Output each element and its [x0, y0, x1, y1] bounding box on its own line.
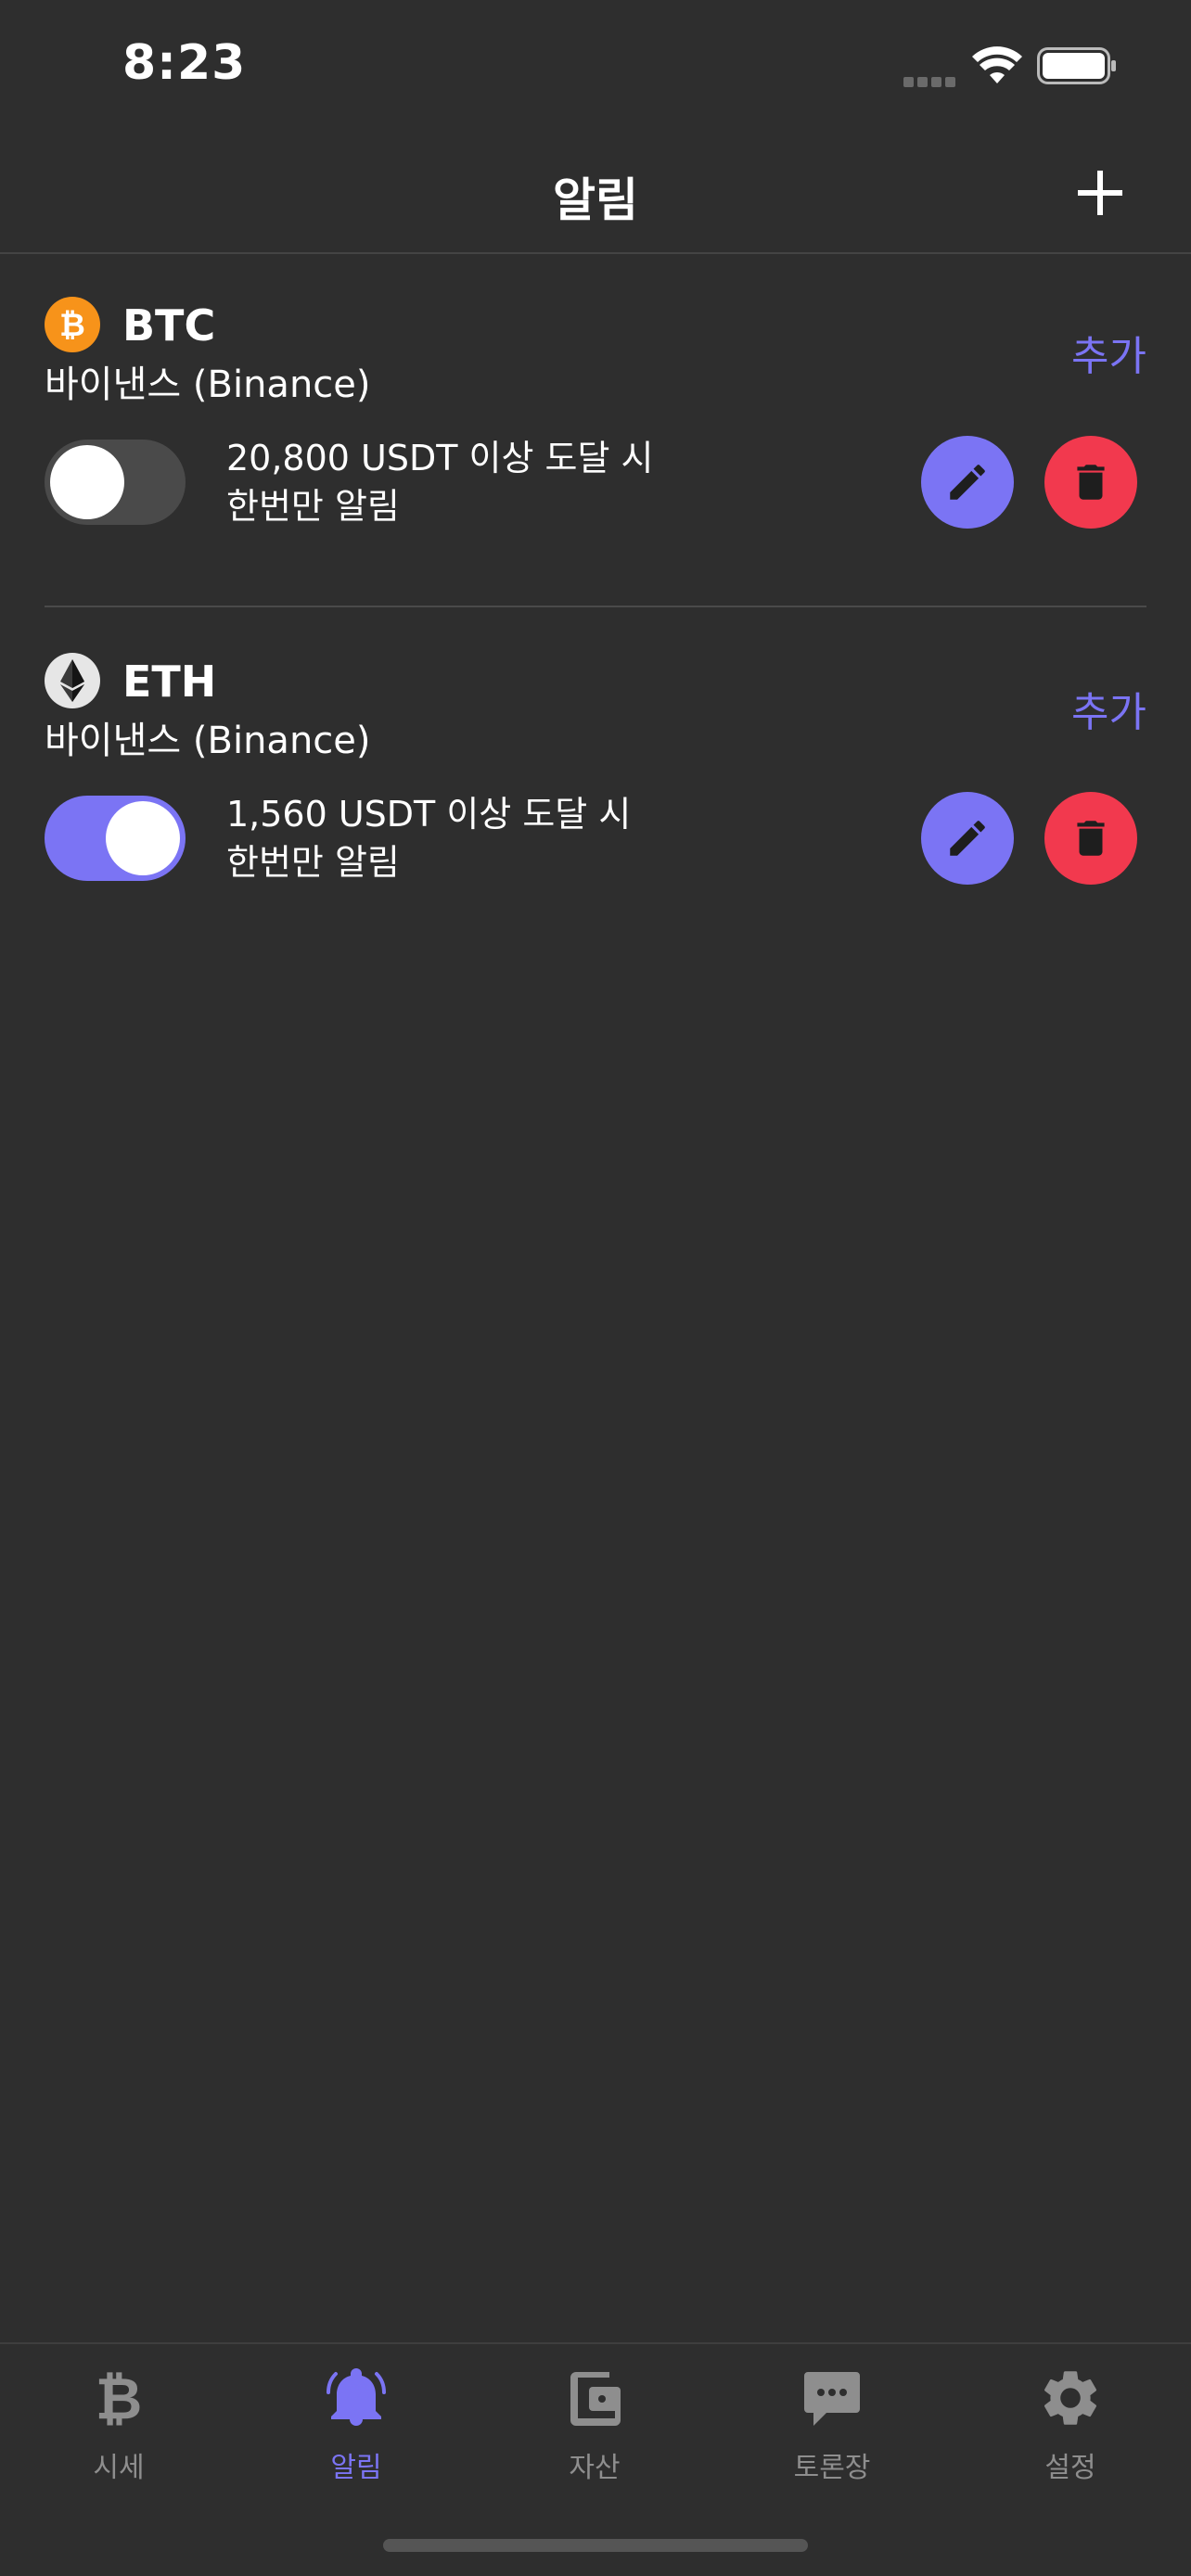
svg-text:₿: ₿	[96, 2365, 143, 2431]
toggle-knob	[50, 445, 124, 519]
trash-icon	[1077, 465, 1105, 500]
add-button[interactable]: 추가	[1071, 323, 1146, 382]
status-bar: 8:23	[0, 0, 1191, 130]
add-button[interactable]: 추가	[1071, 679, 1146, 738]
page-title: 알림	[553, 173, 638, 227]
bitcoin-icon: ₿	[45, 297, 100, 352]
exchange-name: 바이낸스 (Binance)	[45, 363, 371, 406]
battery-icon	[1037, 47, 1116, 84]
gear-icon	[1044, 2371, 1097, 2425]
delete-button[interactable]	[1044, 792, 1137, 885]
wallet-icon	[570, 2372, 621, 2426]
svg-text:₿: ₿	[59, 307, 85, 344]
edit-button[interactable]	[921, 792, 1014, 885]
delete-button[interactable]	[1044, 436, 1137, 529]
pencil-icon	[950, 821, 985, 856]
alert-toggle[interactable]	[45, 796, 186, 881]
alert-condition: 20,800 USDT 이상 도달 시 한번만 알림	[226, 434, 654, 530]
coin-symbol: BTC	[122, 300, 216, 351]
frequency-text: 한번만 알림	[226, 842, 400, 883]
chat-icon	[804, 2372, 860, 2426]
condition-text: 1,560 USDT 이상 도달 시	[226, 794, 632, 835]
condition-text: 20,800 USDT 이상 도달 시	[226, 438, 654, 478]
frequency-text: 한번만 알림	[226, 486, 400, 527]
navigation-bar: 알림	[0, 130, 1191, 254]
tab-label: 자산	[569, 2452, 621, 2484]
tab-label: 설정	[1044, 2452, 1096, 2484]
bitcoin-icon: ₿	[96, 2365, 143, 2431]
edit-button[interactable]	[921, 436, 1014, 529]
toggle-knob	[106, 801, 180, 875]
tab-prices[interactable]: ₿ 시세	[26, 2365, 211, 2494]
status-time: 8:23	[122, 35, 247, 91]
tab-label: 시세	[93, 2452, 145, 2484]
pencil-icon	[950, 465, 985, 500]
tab-settings[interactable]: 설정	[978, 2365, 1163, 2494]
home-indicator	[383, 2539, 808, 2552]
ethereum-icon	[45, 653, 100, 708]
tab-alerts[interactable]: 알림	[263, 2365, 449, 2494]
cellular-signal-icon	[903, 73, 959, 91]
bell-icon	[327, 2368, 386, 2426]
wifi-icon	[972, 46, 1022, 83]
alert-condition: 1,560 USDT 이상 도달 시 한번만 알림	[226, 790, 631, 886]
trash-icon	[1077, 821, 1105, 856]
coin-symbol: ETH	[122, 657, 217, 707]
tab-label: 토론장	[793, 2452, 871, 2484]
exchange-name: 바이낸스 (Binance)	[45, 720, 371, 762]
divider	[45, 606, 1146, 607]
tab-assets[interactable]: 자산	[502, 2365, 687, 2494]
add-alert-button[interactable]	[1070, 163, 1130, 223]
alert-toggle[interactable]	[45, 440, 186, 525]
tab-forum[interactable]: 토론장	[739, 2365, 925, 2494]
tab-label: 알림	[330, 2452, 382, 2484]
